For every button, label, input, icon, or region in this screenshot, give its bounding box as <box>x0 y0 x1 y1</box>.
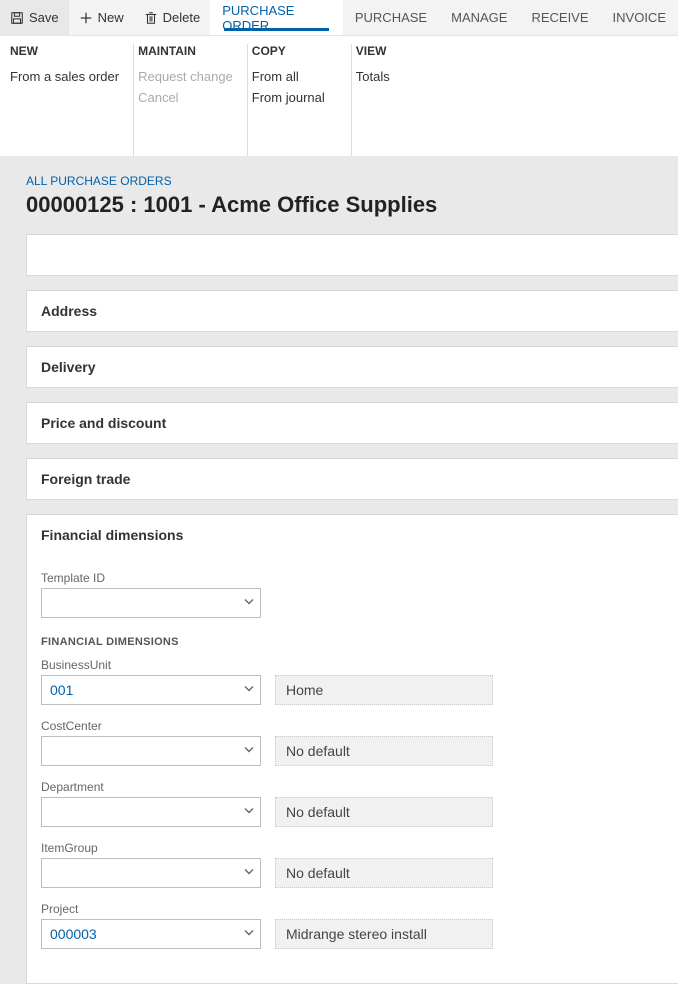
dimension-select[interactable] <box>41 919 261 949</box>
ribbon-from-sales-order[interactable]: From a sales order <box>10 66 119 87</box>
ribbon-cancel: Cancel <box>138 87 233 108</box>
fasttab-delivery[interactable]: Delivery <box>26 346 678 388</box>
ribbon-group-view-header: VIEW <box>356 44 442 58</box>
save-icon <box>10 11 24 25</box>
ribbon-totals[interactable]: Totals <box>356 66 442 87</box>
dimension-row: Department No default <box>41 780 664 827</box>
ribbon-group-copy-header: COPY <box>252 44 337 58</box>
dimension-label: Project <box>41 902 664 916</box>
fasttab-price-discount[interactable]: Price and discount <box>26 402 678 444</box>
delete-label: Delete <box>163 10 201 25</box>
dimension-row: ItemGroup No default <box>41 841 664 888</box>
dimension-description: Midrange stereo install <box>275 919 493 949</box>
ribbon-group-new-header: NEW <box>10 44 119 58</box>
new-label: New <box>98 10 124 25</box>
dimension-select[interactable] <box>41 797 261 827</box>
ribbon-from-journal[interactable]: From journal <box>252 87 337 108</box>
tab-purchase-order[interactable]: PURCHASE ORDER <box>210 0 343 35</box>
new-button[interactable]: New <box>69 0 134 35</box>
dimension-description: No default <box>275 797 493 827</box>
delete-button[interactable]: Delete <box>134 0 211 35</box>
ribbon-request-change: Request change <box>138 66 233 87</box>
dimension-row: Project Midrange stereo install <box>41 902 664 949</box>
dimension-select[interactable] <box>41 675 261 705</box>
ribbon-from-all[interactable]: From all <box>252 66 337 87</box>
fasttab-foreign-trade[interactable]: Foreign trade <box>26 458 678 500</box>
ribbon-group-maintain-header: MAINTAIN <box>138 44 233 58</box>
ribbon-group-maintain: MAINTAIN Request change Cancel <box>138 44 248 156</box>
ribbon-group-view: VIEW Totals <box>356 44 456 156</box>
page-body: ALL PURCHASE ORDERS 00000125 : 1001 - Ac… <box>0 156 678 984</box>
dimension-label: Department <box>41 780 664 794</box>
trash-icon <box>144 11 158 25</box>
dimension-select[interactable] <box>41 858 261 888</box>
dimension-input[interactable] <box>41 919 261 949</box>
dimension-description: No default <box>275 858 493 888</box>
dimension-input[interactable] <box>41 675 261 705</box>
plus-icon <box>79 11 93 25</box>
financial-dimensions-subheading: FINANCIAL DIMENSIONS <box>41 636 664 648</box>
page-title: 00000125 : 1001 - Acme Office Supplies <box>0 192 678 234</box>
fasttab-blank[interactable] <box>26 234 678 276</box>
tab-manage[interactable]: MANAGE <box>439 0 519 35</box>
save-label: Save <box>29 10 59 25</box>
dimension-select[interactable] <box>41 736 261 766</box>
tab-purchase[interactable]: PURCHASE <box>343 0 439 35</box>
dimension-description: Home <box>275 675 493 705</box>
template-id-select[interactable] <box>41 588 261 618</box>
dimension-input[interactable] <box>41 858 261 888</box>
dimension-row: CostCenter No default <box>41 719 664 766</box>
save-button[interactable]: Save <box>0 0 69 35</box>
dimension-input[interactable] <box>41 736 261 766</box>
form-area: Address Delivery Price and discount Fore… <box>0 234 678 984</box>
dimension-row: BusinessUnit Home <box>41 658 664 705</box>
dimension-label: ItemGroup <box>41 841 664 855</box>
template-id-field: Template ID <box>41 571 664 618</box>
dimension-label: CostCenter <box>41 719 664 733</box>
ribbon-group-copy: COPY From all From journal <box>252 44 352 156</box>
template-id-label: Template ID <box>41 571 664 585</box>
dimension-input[interactable] <box>41 797 261 827</box>
ribbon: NEW From a sales order MAINTAIN Request … <box>0 36 678 156</box>
template-id-input[interactable] <box>41 588 261 618</box>
action-toolbar: Save New Delete PURCHASE ORDER PURCHASE … <box>0 0 678 36</box>
fasttab-address[interactable]: Address <box>26 290 678 332</box>
tab-invoice[interactable]: INVOICE <box>601 0 678 35</box>
fasttab-financial-dimensions[interactable]: Financial dimensions <box>26 514 678 555</box>
ribbon-group-new: NEW From a sales order <box>10 44 134 156</box>
financial-dimensions-body: Template ID FINANCIAL DIMENSIONS Busines… <box>26 555 678 984</box>
dimension-label: BusinessUnit <box>41 658 664 672</box>
dimension-description: No default <box>275 736 493 766</box>
breadcrumb[interactable]: ALL PURCHASE ORDERS <box>0 174 678 192</box>
tab-receive[interactable]: RECEIVE <box>519 0 600 35</box>
